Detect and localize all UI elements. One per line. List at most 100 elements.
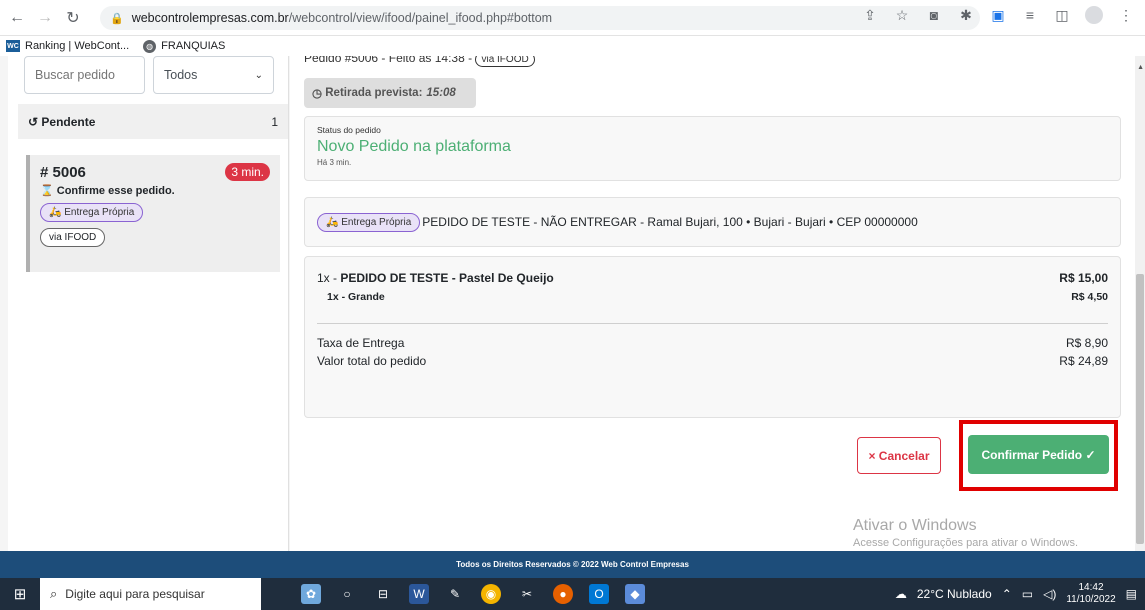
divider xyxy=(317,323,1108,324)
order-source-pill: via IFOOD xyxy=(475,56,535,67)
cortana-icon[interactable]: ○ xyxy=(337,584,357,604)
page-footer: Todos os Direitos Reservados © 2022 Web … xyxy=(0,551,1145,578)
pickup-estimate: ◷ Retirada prevista: 15:08 xyxy=(304,78,476,108)
orders-sidebar: Todos ⌄ ↺ Pendente 1 # 5006 3 min. ⌛ Con… xyxy=(8,56,289,551)
back-arrow-icon[interactable]: ← xyxy=(6,7,28,29)
url-path: /webcontrol/view/ifood/painel_ifood.php#… xyxy=(288,11,553,25)
taskbar-search[interactable]: ⌕ Digite aqui para pesquisar xyxy=(40,578,261,610)
pending-section-header[interactable]: ↺ Pendente 1 xyxy=(18,104,288,139)
filter-value: Todos xyxy=(164,68,198,82)
forward-arrow-icon[interactable]: → xyxy=(34,7,56,29)
order-item: 1x - PEDIDO DE TESTE - Pastel De Queijo … xyxy=(317,271,1108,285)
total-value: R$ 24,89 xyxy=(1059,354,1108,368)
url-host: webcontrolempresas.com.br xyxy=(131,11,289,25)
reload-icon[interactable]: ↻ xyxy=(62,7,84,29)
hourglass-icon: ⌛ xyxy=(40,185,54,197)
watermark-title: Ativar o Windows xyxy=(853,517,977,534)
cast-icon[interactable]: ▣ xyxy=(989,7,1007,24)
globe-icon: ◍ xyxy=(143,39,157,53)
scroll-up-arrow-icon[interactable]: ▲ xyxy=(1137,64,1144,71)
volume-icon[interactable]: ◁) xyxy=(1043,587,1056,601)
order-number: # 5006 xyxy=(40,163,86,181)
word-icon[interactable]: W xyxy=(409,584,429,604)
widgets-icon[interactable]: ✿ xyxy=(301,584,321,604)
watermark-subtitle: Acesse Configurações para ativar o Windo… xyxy=(853,537,1078,549)
status-time-ago: Há 3 min. xyxy=(317,158,352,167)
bookmark-label: FRANQUIAS xyxy=(161,40,226,52)
delivery-fee-row: Taxa de Entrega R$ 8,90 xyxy=(317,336,1108,350)
order-title: Pedido #5006 - Feito às 14:38 - via IFOO… xyxy=(304,56,535,67)
pickup-time: 15:08 xyxy=(426,87,456,99)
windows-taskbar: ⊞ ⌕ Digite aqui para pesquisar ✿ ○ ⊟ W ✎… xyxy=(0,578,1145,610)
system-clock[interactable]: 14:42 11/10/2022 xyxy=(1066,582,1115,606)
delivery-type-label: Entrega Própria xyxy=(64,207,135,218)
extensions-icon[interactable]: ✱ xyxy=(957,7,975,24)
tray-chevron-icon[interactable]: ⌃ xyxy=(1002,587,1012,601)
status-label: Status do pedido xyxy=(317,125,381,135)
camera-icon[interactable]: ◙ xyxy=(925,7,943,23)
order-detail-panel: Pedido #5006 - Feito às 14:38 - via IFOO… xyxy=(290,56,1135,551)
outlook-icon[interactable]: O xyxy=(589,584,609,604)
share-icon[interactable]: ⇪ xyxy=(861,7,879,24)
cloud-icon: ☁ xyxy=(894,587,907,601)
paint-icon[interactable]: ✎ xyxy=(445,584,465,604)
clock-icon: ◷ xyxy=(312,88,323,100)
clock-date: 11/10/2022 xyxy=(1066,594,1116,605)
status-value: Novo Pedido na plataforma xyxy=(317,138,511,155)
side-panel-icon[interactable]: ◫ xyxy=(1053,7,1071,24)
status-filter-select[interactable]: Todos ⌄ xyxy=(153,56,274,94)
task-view-icon[interactable]: ⊟ xyxy=(373,584,393,604)
page-scrollbar[interactable]: ▲ xyxy=(1135,56,1145,551)
weather-text[interactable]: 22°C Nublado xyxy=(917,587,992,601)
browser-toolbar: ← → ↻ 🔒 webcontrolempresas.com.br/webcon… xyxy=(0,0,1145,36)
delivery-type-tag: 🛵 Entrega Própria xyxy=(317,212,421,232)
notifications-icon[interactable]: ▤ xyxy=(1126,587,1137,601)
search-icon: ⌕ xyxy=(50,586,58,601)
profile-avatar[interactable] xyxy=(1085,6,1103,24)
cancel-order-button[interactable]: × Cancelar xyxy=(857,437,941,474)
bookmark-label: Ranking | WebCont... xyxy=(25,40,130,52)
network-icon[interactable]: ▭ xyxy=(1022,587,1033,601)
fee-value: R$ 8,90 xyxy=(1065,336,1108,350)
webcontrol-favicon-icon: WC xyxy=(6,40,20,52)
confirm-order-text: Confirme esse pedido. xyxy=(56,185,175,197)
confirm-order-button[interactable]: Confirmar Pedido ✓ xyxy=(968,435,1109,474)
order-total-row: Valor total do pedido R$ 24,89 xyxy=(317,354,1108,368)
order-sub-item: 1x - Grande R$ 4,50 xyxy=(317,291,1108,303)
lock-icon: 🔒 xyxy=(110,12,124,25)
order-card[interactable]: # 5006 3 min. ⌛ Confirme esse pedido. 🛵 … xyxy=(26,155,280,272)
chevron-down-icon: ⌄ xyxy=(254,69,263,81)
sub-item-name: 1x - Grande xyxy=(327,291,385,303)
taskbar-search-placeholder: Digite aqui para pesquisar xyxy=(65,587,205,601)
reading-list-icon[interactable]: ≡ xyxy=(1021,7,1039,23)
history-icon: ↺ xyxy=(28,114,39,129)
elapsed-time-badge: 3 min. xyxy=(225,163,270,181)
search-order-input[interactable] xyxy=(24,56,145,94)
windows-start-icon[interactable]: ⊞ xyxy=(0,585,40,603)
bookmark-franquias[interactable]: ◍ FRANQUIAS xyxy=(143,39,226,53)
bookmark-ranking[interactable]: WC Ranking | WebCont... xyxy=(6,40,129,52)
delivery-address: PEDIDO DE TESTE - NÃO ENTREGAR - Ramal B… xyxy=(422,215,918,229)
pending-label: Pendente xyxy=(41,114,96,129)
snipping-icon[interactable]: ✂ xyxy=(517,584,537,604)
bookmarks-bar: WC Ranking | WebCont... ◍ FRANQUIAS xyxy=(0,36,1145,56)
address-bar[interactable]: 🔒 webcontrolempresas.com.br/webcontrol/v… xyxy=(100,6,980,30)
app-area: Todos ⌄ ↺ Pendente 1 # 5006 3 min. ⌛ Con… xyxy=(0,56,1145,551)
order-items-box: 1x - PEDIDO DE TESTE - Pastel De Queijo … xyxy=(304,256,1121,418)
pending-count: 1 xyxy=(271,114,278,129)
delivery-type-tag: 🛵 Entrega Própria xyxy=(40,203,144,222)
windows-activation-watermark: Ativar o Windows Acesse Configurações pa… xyxy=(853,517,1078,549)
scrollbar-thumb[interactable] xyxy=(1136,274,1144,544)
motorcycle-icon: 🛵 xyxy=(49,207,62,218)
pickup-label: Retirada prevista: xyxy=(325,87,423,99)
fee-label: Taxa de Entrega xyxy=(317,336,405,350)
star-icon[interactable]: ☆ xyxy=(893,7,911,24)
firefox-icon[interactable]: ● xyxy=(553,584,573,604)
remote-app-icon[interactable]: ◆ xyxy=(625,584,645,604)
sub-item-price: R$ 4,50 xyxy=(1071,291,1108,303)
chrome-icon[interactable]: ◉ xyxy=(481,584,501,604)
delivery-address-box: 🛵 Entrega Própria PEDIDO DE TESTE - NÃO … xyxy=(304,197,1121,247)
kebab-menu-icon[interactable]: ⋮ xyxy=(1117,7,1135,24)
order-status-box: Status do pedido Novo Pedido na platafor… xyxy=(304,116,1121,181)
source-tag: via IFOOD xyxy=(40,228,106,247)
